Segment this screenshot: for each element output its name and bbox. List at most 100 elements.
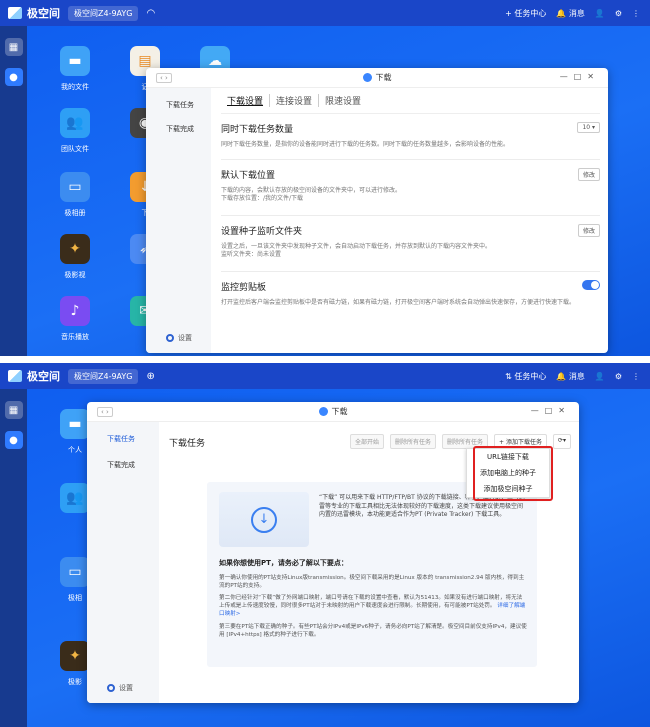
section-default-location: 默认下载位置 下载的内容，会默认存放的极空间设备的文件夹中，可以进行修改。 下载… — [221, 160, 600, 216]
watch-folder-path: 监听文件夹：尚未设置 — [221, 251, 282, 259]
page-title: 下载任务 — [169, 439, 206, 449]
desktop-icon-label: 个人 — [68, 446, 82, 454]
delete-all-button[interactable]: 删除所有任务 — [389, 434, 436, 449]
desktop-icon-label: 团队文件 — [61, 145, 89, 153]
section-title: 设置种子监听文件夹 — [221, 227, 303, 237]
window-title: 下载 — [331, 407, 348, 416]
messages-button[interactable]: 🔔 消息 — [556, 371, 585, 382]
messages-label: 消息 — [568, 371, 585, 381]
download-app-icon — [362, 73, 372, 82]
messages-label: 消息 — [568, 8, 585, 18]
tab-speed-limit[interactable]: 限速设置 — [319, 94, 367, 107]
tab-download-settings[interactable]: 下载设置 — [221, 94, 271, 107]
desktop-icon-team-files[interactable]: 👥 团队文件 — [45, 108, 105, 154]
back-forward-buttons[interactable]: ‹ › — [156, 73, 172, 83]
download-app-dock-icon[interactable]: ● — [4, 431, 23, 449]
globe-icon: ⊕ — [146, 370, 155, 382]
task-center-label: 任务中心 — [514, 371, 547, 381]
sidebar-item-download-tasks[interactable]: 下载任务 — [166, 100, 211, 110]
folder-icon: ▬ — [60, 409, 90, 439]
gear-icon[interactable]: ⚙ — [615, 372, 622, 381]
desktop-icon-label: 我的文件 — [61, 83, 89, 91]
desktop-icon-label: 极影 — [68, 678, 82, 686]
gear-icon — [166, 334, 174, 342]
back-forward-buttons[interactable]: ‹ › — [97, 407, 113, 417]
settings-button[interactable]: 设置 — [166, 333, 192, 343]
messages-button[interactable]: 🔔 消息 — [556, 8, 585, 19]
download-app-dock-icon[interactable]: ● — [4, 68, 23, 86]
sidebar-item-downloaded[interactable]: 下载完成 — [107, 460, 159, 470]
intro-panel: ↓ “下载” 可以用来下载 HTTP/FTP/BT 协议的下载链接、种子、磁力链… — [207, 482, 537, 667]
apps-grid-icon[interactable]: ▦ — [4, 38, 23, 56]
dock: ▦ ● — [0, 389, 27, 727]
settings-label: 设置 — [119, 684, 133, 692]
window-sidebar: 下载任务 下载完成 设置 — [87, 422, 159, 703]
pt-point-2-text: 第二你已经针对“下载”做了外网端口映射，端口号请在下载的设置中查看，默认为514… — [219, 595, 523, 610]
desktop-icon-label: 极相册 — [64, 209, 86, 217]
settings-label: 设置 — [178, 334, 192, 342]
device-selector[interactable]: 极空间Z4-9AYG — [68, 368, 139, 384]
section-title: 默认下载位置 — [221, 171, 276, 181]
apps-grid-icon[interactable]: ▦ — [4, 401, 23, 419]
modify-location-button[interactable]: 修改 — [577, 168, 600, 181]
settings-tabs: 下载设置 连接设置 限速设置 — [221, 94, 600, 107]
download-arrow-icon: ↓ — [251, 506, 277, 533]
desktop-icon-video[interactable]: ✦ 极影视 — [45, 234, 105, 280]
pt-point-3: 第三要在PT站下载正确的种子。有些PT站会分IPv4或是IPv6种子，请务必向P… — [219, 623, 527, 638]
user-icon[interactable]: 👤 — [595, 372, 605, 381]
wifi-icon: ◠ — [146, 7, 156, 19]
desktop-icon-label: 极相 — [68, 594, 82, 602]
clipboard-toggle[interactable] — [582, 280, 600, 290]
download-app-icon — [318, 407, 328, 416]
start-all-button[interactable]: 全部开始 — [349, 434, 384, 449]
tab-connection-settings[interactable]: 连接设置 — [270, 94, 320, 107]
modify-watch-folder-button[interactable]: 修改 — [577, 224, 600, 237]
desktop-icon-music[interactable]: ♪ 音乐播放 — [45, 296, 105, 342]
more-icon[interactable]: ⋮ — [632, 9, 640, 18]
pt-heading: 如果你想使用PT，请务必了解以下要点： — [219, 559, 348, 567]
download-illustration: ↓ — [219, 492, 309, 547]
section-concurrent-tasks: 同时下载任务数量 同时下载任务数量，是指你的设备能同时进行下载的任务数。同时下载… — [221, 114, 600, 160]
top-bar-actions: ⇅ 任务中心 🔔 消息 👤 ⚙ ⋮ — [505, 371, 640, 382]
app-name: 极空间 — [27, 7, 60, 20]
settings-button[interactable]: 设置 — [107, 683, 133, 693]
more-options-button[interactable]: ⟳▾ — [552, 434, 571, 449]
desktop-icon-my-files[interactable]: ▬ 我的文件 — [45, 46, 105, 92]
section-title: 监控剪贴板 — [221, 283, 267, 293]
team-folder-icon: 👥 — [60, 108, 90, 138]
dock: ▦ ● — [0, 26, 27, 356]
gear-icon — [107, 684, 115, 692]
music-icon: ♪ — [60, 296, 90, 326]
section-desc: 打开监控后客户端会监控剪贴板中是否有磁力链，如果有磁力链，打开极空间客户端时系统… — [221, 299, 576, 306]
app-logo: 极空间 — [8, 368, 60, 384]
video-app-icon: ✦ — [60, 641, 90, 671]
sidebar-item-download-tasks[interactable]: 下载任务 — [107, 434, 159, 444]
app-name: 极空间 — [27, 370, 60, 383]
task-count-select[interactable]: 10 ▾ — [577, 122, 600, 133]
window-titlebar: ‹ › 下载 —□✕ — [87, 402, 579, 422]
top-bar-actions: + 任务中心 🔔 消息 👤 ⚙ ⋮ — [505, 8, 640, 19]
window-sidebar: 下载任务 下载完成 设置 — [146, 88, 211, 353]
user-icon[interactable]: 👤 — [595, 9, 605, 18]
section-desc: 同时下载任务数量，是指你的设备能同时进行下载的任务数。同时下载的任务数量越多，会… — [221, 141, 510, 148]
more-icon[interactable]: ⋮ — [632, 372, 640, 381]
window-controls[interactable]: —□✕ — [531, 406, 571, 415]
desktop-icon-photos[interactable]: ▭ 极相册 — [45, 172, 105, 218]
sidebar-item-downloaded[interactable]: 下载完成 — [166, 124, 211, 134]
screenshot-top: 极空间 极空间Z4-9AYG ◠ + 任务中心 🔔 消息 👤 ⚙ ⋮ ▦ ● ▬… — [0, 0, 650, 356]
task-center-button[interactable]: ⇅ 任务中心 — [505, 371, 546, 382]
top-bar: 极空间 极空间Z4-9AYG ◠ + 任务中心 🔔 消息 👤 ⚙ ⋮ — [0, 0, 650, 26]
folder-icon: ▬ — [60, 46, 90, 76]
team-folder-icon: 👥 — [60, 483, 90, 513]
desktop-icon-label: 音乐播放 — [61, 333, 89, 341]
section-title: 同时下载任务数量 — [221, 125, 294, 135]
pt-point-1: 第一确认你使用的PT站支持Linux版transmission。极空间下载采用的… — [219, 575, 525, 590]
highlight-box — [473, 446, 553, 501]
task-center-button[interactable]: + 任务中心 — [505, 8, 546, 19]
photo-album-icon: ▭ — [60, 172, 90, 202]
window-controls[interactable]: —□✕ — [560, 72, 600, 81]
app-logo: 极空间 — [8, 5, 60, 21]
device-selector[interactable]: 极空间Z4-9AYG — [68, 5, 139, 21]
desktop-icon-label: 极影视 — [64, 271, 86, 279]
gear-icon[interactable]: ⚙ — [615, 9, 622, 18]
